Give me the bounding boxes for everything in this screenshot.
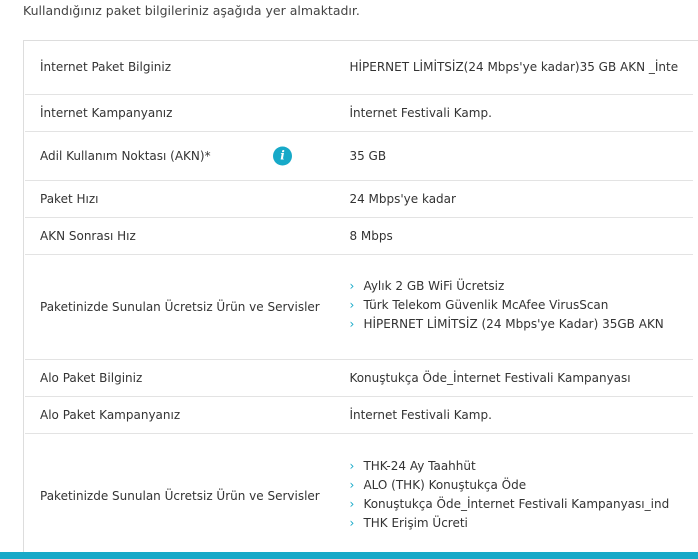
list-item: › HİPERNET LİMİTSİZ (24 Mbps'ye Kadar) 35…: [349, 318, 681, 331]
list-item-label: Konuştukça Öde_İnternet Festivali Kampan…: [363, 496, 670, 511]
row-value: 35 GB: [349, 131, 693, 181]
row-value: HİPERNET LİMİTSİZ(24 Mbps'ye kadar)35 GB…: [349, 41, 693, 95]
included-services-list: › Aylık 2 GB WiFi Ücretsiz › Türk Telekom …: [349, 280, 681, 331]
list-item-label: THK-24 Ay Taahhüt: [363, 458, 476, 473]
table-row: Alo Paket Bilginiz Konuştukça Öde_İntern…: [25, 359, 693, 397]
list-item: › ALO (THK) Konuştukça Öde: [349, 477, 681, 492]
table-row: Paket Hızı 24 Mbps'ye kadar: [25, 180, 693, 218]
list-item-label: HİPERNET LİMİTSİZ (24 Mbps'ye Kadar) 35G…: [363, 317, 664, 331]
bottom-accent-bar: [0, 552, 698, 559]
table-row: Paketinizde Sunulan Ücretsiz Ürün ve Ser…: [25, 433, 693, 559]
row-label: Paket Hızı: [25, 180, 350, 218]
row-value-list-cell: › THK-24 Ay Taahhüt › ALO (THK) Konuştukça…: [349, 433, 693, 559]
row-label-cell: Adil Kullanım Noktası (AKN)* i: [25, 131, 350, 181]
row-value: İnternet Festivali Kamp.: [349, 94, 693, 132]
table-row: Adil Kullanım Noktası (AKN)* i 35 GB: [25, 131, 693, 181]
chevron-right-icon: ›: [349, 458, 355, 473]
info-icon[interactable]: i: [273, 146, 292, 165]
chevron-right-icon: ›: [349, 298, 355, 312]
list-item-label: Türk Telekom Güvenlik McAfee VirusScan: [363, 298, 609, 312]
package-info-table: İnternet Paket Bilginiz HİPERNET LİMİTSİ…: [25, 41, 693, 559]
row-label: AKN Sonrası Hız: [25, 217, 350, 255]
table-row: İnternet Kampanyanız İnternet Festivali …: [25, 94, 693, 132]
chevron-right-icon: ›: [349, 279, 355, 293]
chevron-right-icon: ›: [349, 515, 355, 530]
list-item-label: ALO (THK) Konuştukça Öde: [363, 477, 527, 492]
chevron-right-icon: ›: [349, 496, 355, 511]
list-item-label: Aylık 2 GB WiFi Ücretsiz: [363, 279, 505, 293]
row-label: Paketinizde Sunulan Ücretsiz Ürün ve Ser…: [25, 254, 350, 360]
row-label: İnternet Paket Bilginiz: [25, 41, 350, 95]
row-value-list-cell: › Aylık 2 GB WiFi Ücretsiz › Türk Telekom …: [349, 254, 693, 360]
row-label: Adil Kullanım Noktası (AKN)*: [40, 148, 211, 163]
list-item: › THK-24 Ay Taahhüt: [349, 458, 681, 473]
chevron-right-icon: ›: [349, 317, 355, 331]
list-item: › Aylık 2 GB WiFi Ücretsiz: [349, 280, 681, 293]
row-label: İnternet Kampanyanız: [25, 94, 350, 132]
table-row: Alo Paket Kampanyanız İnternet Festivali…: [25, 396, 693, 434]
table-row: Paketinizde Sunulan Ücretsiz Ürün ve Ser…: [25, 254, 693, 360]
row-value: İnternet Festivali Kamp.: [349, 396, 693, 434]
row-value: 24 Mbps'ye kadar: [349, 180, 693, 218]
list-item-label: THK Erişim Ücreti: [363, 515, 468, 530]
list-item: › Konuştukça Öde_İnternet Festivali Kampa…: [349, 496, 681, 511]
table-row: AKN Sonrası Hız 8 Mbps: [25, 217, 693, 255]
row-label: Alo Paket Bilginiz: [25, 359, 350, 397]
row-value: Konuştukça Öde_İnternet Festivali Kampan…: [349, 359, 693, 397]
intro-text: Kullandığınız paket bilgileriniz aşağıda…: [23, 3, 360, 18]
table-row: İnternet Paket Bilginiz HİPERNET LİMİTSİ…: [25, 41, 693, 95]
chevron-right-icon: ›: [349, 477, 355, 492]
list-item: › Türk Telekom Güvenlik McAfee VirusScan: [349, 299, 681, 312]
row-value: 8 Mbps: [349, 217, 693, 255]
row-label: Paketinizde Sunulan Ücretsiz Ürün ve Ser…: [25, 433, 350, 559]
row-label: Alo Paket Kampanyanız: [25, 396, 350, 434]
package-info-panel: İnternet Paket Bilginiz HİPERNET LİMİTSİ…: [23, 40, 698, 559]
list-item: › THK Erişim Ücreti: [349, 515, 681, 530]
included-services-list: › THK-24 Ay Taahhüt › ALO (THK) Konuştukça…: [349, 458, 681, 530]
